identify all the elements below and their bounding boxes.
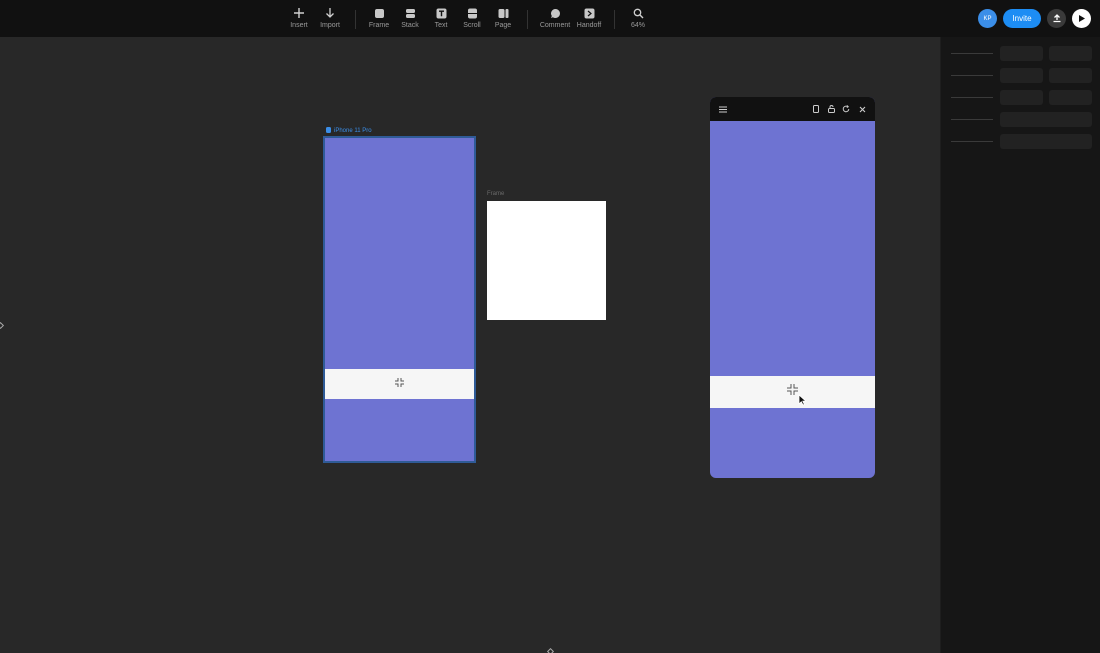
arrow-down-icon (323, 6, 337, 20)
stack-tool[interactable]: Stack (393, 6, 427, 29)
property-field[interactable] (1000, 90, 1043, 105)
preview-window[interactable] (710, 97, 875, 478)
insert-tool[interactable]: Insert (282, 6, 316, 29)
publish-button[interactable] (1047, 9, 1066, 28)
plus-icon (292, 6, 306, 20)
search-icon (631, 6, 645, 20)
refresh-icon[interactable] (841, 104, 851, 114)
close-icon[interactable] (857, 104, 867, 114)
scroll-icon (465, 6, 479, 20)
property-row (951, 90, 1093, 105)
property-row (951, 134, 1093, 149)
white-bar-component[interactable] (325, 369, 474, 399)
insert-label: Insert (290, 22, 308, 29)
property-field[interactable] (1049, 68, 1092, 83)
preview-toolbar (710, 97, 875, 121)
toolbar-divider (614, 10, 615, 29)
phone-frame-label[interactable]: iPhone 11 Pro (326, 127, 372, 135)
canvas-edge-handle (0, 321, 5, 330)
iphone-frame[interactable] (323, 136, 476, 463)
canvas-edge-handle (546, 647, 555, 653)
property-row (951, 68, 1093, 83)
zoom-control[interactable]: 64% (621, 6, 655, 29)
property-field[interactable] (1000, 134, 1092, 149)
property-label-placeholder (951, 97, 993, 98)
plain-frame-label[interactable]: Frame (487, 191, 504, 197)
device-icon[interactable] (811, 104, 821, 114)
property-label-placeholder (951, 53, 993, 54)
scroll-label: Scroll (463, 22, 481, 29)
phone-frame-name: iPhone 11 Pro (334, 128, 372, 134)
text-label: Text (434, 22, 448, 29)
property-row (951, 46, 1093, 61)
zoom-level: 64% (630, 22, 645, 29)
page-icon (496, 6, 510, 20)
text-icon (434, 6, 448, 20)
stack-label: Stack (401, 22, 419, 29)
import-label: Import (320, 22, 340, 29)
frame-label: Frame (368, 22, 390, 29)
properties-panel (940, 37, 1100, 653)
comment-icon (548, 6, 562, 20)
plain-frame[interactable] (487, 201, 606, 320)
preview-white-bar-component[interactable] (710, 376, 875, 408)
upload-icon (1052, 10, 1062, 28)
stack-icon (403, 6, 417, 20)
property-row (951, 112, 1093, 127)
preview-play-button[interactable] (1072, 9, 1091, 28)
mouse-cursor (798, 393, 808, 411)
frame-tool[interactable]: Frame (362, 6, 396, 29)
property-label-placeholder (951, 75, 993, 76)
comment-tool[interactable]: Comment (538, 6, 572, 29)
scroll-tool[interactable]: Scroll (455, 6, 489, 29)
handoff-label: Handoff (576, 22, 602, 29)
text-tool[interactable]: Text (424, 6, 458, 29)
unlock-icon[interactable] (826, 104, 836, 114)
frame-icon (372, 6, 386, 20)
invite-button[interactable]: Invite (1003, 9, 1041, 28)
toolbar-divider (527, 10, 528, 29)
phone-icon (326, 127, 331, 135)
property-field[interactable] (1049, 46, 1092, 61)
comment-label: Comment (539, 22, 571, 29)
handoff-tool[interactable]: Handoff (572, 6, 606, 29)
play-icon (1077, 10, 1086, 28)
import-tool[interactable]: Import (313, 6, 347, 29)
handoff-icon (582, 6, 596, 20)
property-field[interactable] (1000, 68, 1043, 83)
property-field[interactable] (1049, 90, 1092, 105)
avatar[interactable]: KP (978, 9, 997, 28)
page-tool[interactable]: Page (486, 6, 520, 29)
property-label-placeholder (951, 119, 993, 120)
collapse-icon (394, 375, 405, 393)
property-field[interactable] (1000, 46, 1043, 61)
property-label-placeholder (951, 141, 993, 142)
page-label: Page (494, 22, 512, 29)
menu-icon[interactable] (718, 104, 728, 114)
property-field[interactable] (1000, 112, 1092, 127)
top-toolbar: Insert Import Frame Stack Text Scroll Pa… (0, 0, 1100, 37)
toolbar-divider (355, 10, 356, 29)
